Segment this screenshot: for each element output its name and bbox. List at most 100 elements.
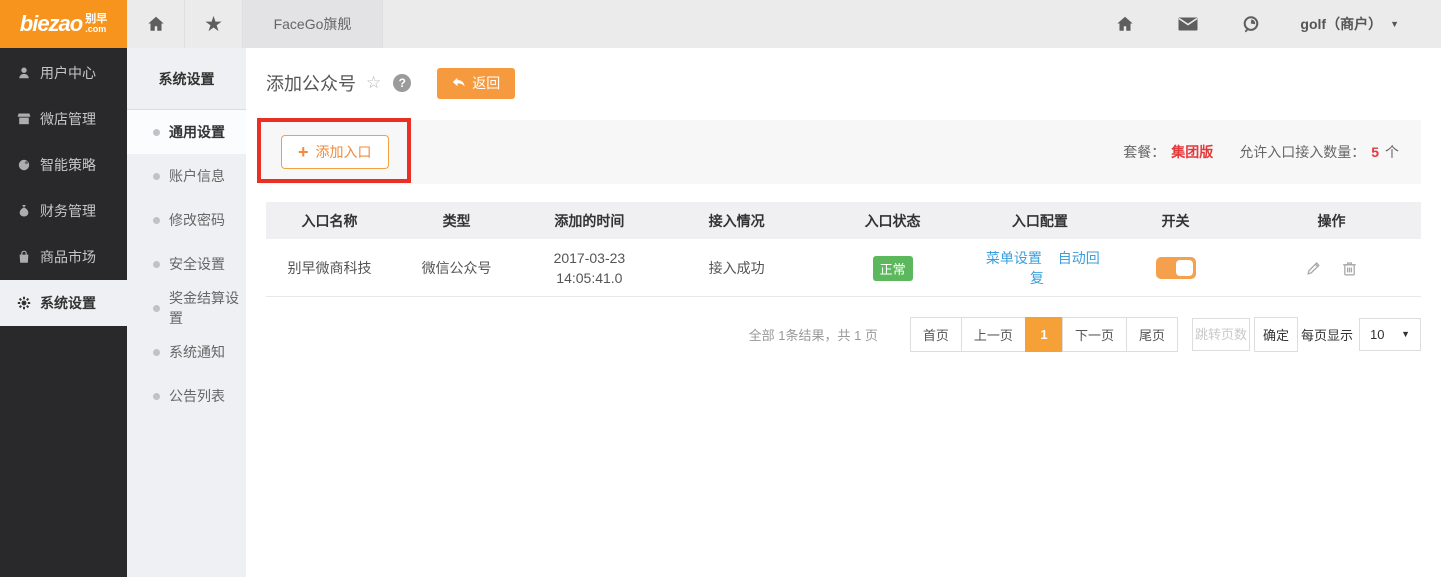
quota-value: 5 (1371, 144, 1379, 160)
sidebar-item-smart-strategy[interactable]: 智能策略 (0, 142, 127, 188)
per-page-value: 10 (1370, 327, 1384, 342)
col-type: 类型 (393, 202, 520, 240)
plan-value: 集团版 (1171, 142, 1213, 162)
cell-type: 微信公众号 (393, 240, 520, 296)
added-time: 14:05:41.0 (520, 268, 659, 288)
entry-toggle[interactable] (1156, 257, 1196, 279)
plus-icon: + (298, 143, 309, 161)
jump-page-input[interactable] (1192, 318, 1250, 351)
table-header-row: 入口名称 类型 添加的时间 接入情况 入口状态 入口配置 开关 操作 (266, 202, 1421, 240)
per-page-select[interactable]: 10 ▼ (1359, 318, 1421, 351)
add-entry-button[interactable]: + 添加入口 (281, 135, 389, 169)
subsidebar-item-label: 账户信息 (169, 166, 225, 186)
subsidebar-item-system-notice[interactable]: 系统通知 (127, 330, 246, 374)
workspace-tab-label: FaceGo旗舰 (274, 14, 352, 34)
confirm-button[interactable]: 确定 (1254, 317, 1298, 352)
bullet-icon (153, 305, 160, 312)
nav-favorites-button[interactable]: ★ (185, 0, 243, 48)
top-bar: biezao 别早 .com ★ FaceGo旗舰 golf（商户） ▼ (0, 0, 1441, 48)
subsidebar-item-account-info[interactable]: 账户信息 (127, 154, 246, 198)
brand-logo[interactable]: biezao 别早 .com (0, 0, 127, 48)
current-page-button[interactable]: 1 (1025, 317, 1063, 352)
sidebar-item-finance-management[interactable]: 财务管理 (0, 188, 127, 234)
menu-settings-link[interactable]: 菜单设置 (986, 250, 1042, 266)
cell-entry-state: 正常 (815, 240, 971, 296)
nav-home-button[interactable] (127, 0, 185, 48)
results-summary: 全部 1条结果，共 1 页 (749, 325, 878, 344)
subsidebar-item-label: 系统通知 (169, 342, 225, 362)
status-badge: 正常 (873, 256, 913, 281)
user-menu[interactable]: golf（商户） ▼ (1300, 14, 1399, 34)
strategy-icon (17, 158, 31, 172)
home-icon[interactable] (1116, 15, 1134, 33)
toggle-knob (1176, 260, 1193, 276)
bullet-icon (153, 217, 160, 224)
sidebar-item-label: 财务管理 (40, 201, 96, 221)
sidebar-item-system-settings[interactable]: 系统设置 (0, 280, 127, 326)
subsidebar-item-general-settings[interactable]: 通用设置 (127, 110, 246, 154)
market-icon (17, 250, 31, 264)
quota-label: 允许入口接入数量： (1239, 142, 1365, 162)
col-switch: 开关 (1109, 202, 1242, 240)
col-entry-state: 入口状态 (815, 202, 971, 240)
sidebar-item-shop-management[interactable]: 微店管理 (0, 96, 127, 142)
support-icon[interactable] (1242, 15, 1260, 33)
entries-table: 入口名称 类型 添加的时间 接入情况 入口状态 入口配置 开关 操作 别早微商科… (266, 202, 1421, 297)
bullet-icon (153, 173, 160, 180)
subsidebar-item-security-settings[interactable]: 安全设置 (127, 242, 246, 286)
mail-icon[interactable] (1178, 17, 1198, 31)
prev-page-button[interactable]: 上一页 (961, 317, 1026, 352)
bullet-icon (153, 261, 160, 268)
col-added-time: 添加的时间 (520, 202, 659, 240)
next-page-button[interactable]: 下一页 (1062, 317, 1127, 352)
sidebar-item-goods-market[interactable]: 商品市场 (0, 234, 127, 280)
bullet-icon (153, 349, 160, 356)
edit-icon[interactable] (1305, 260, 1322, 277)
main-content: 添加公众号 ☆ ? 返回 + 添加入口 套餐： 集团版 允许入口接入数量： 5 … (246, 48, 1441, 577)
page-title: 添加公众号 (266, 70, 356, 96)
plan-label: 套餐： (1123, 142, 1165, 162)
sidebar-item-label: 智能策略 (40, 155, 96, 175)
finance-icon (17, 204, 31, 218)
bullet-icon (153, 129, 160, 136)
cell-switch (1109, 240, 1242, 296)
subsidebar-item-announcement-list[interactable]: 公告列表 (127, 374, 246, 418)
cell-access-status: 接入成功 (659, 240, 815, 296)
subsidebar-item-bonus-settlement[interactable]: 奖金结算设置 (127, 286, 246, 330)
back-button[interactable]: 返回 (437, 68, 515, 99)
back-arrow-icon (452, 77, 466, 89)
cell-actions (1242, 240, 1421, 296)
star-icon: ★ (204, 12, 223, 37)
chevron-down-icon: ▼ (1401, 329, 1410, 339)
plan-info: 套餐： 集团版 允许入口接入数量： 5 个 (1123, 142, 1421, 162)
sidebar-item-label: 系统设置 (40, 293, 96, 313)
subsidebar-item-label: 公告列表 (169, 386, 225, 406)
last-page-button[interactable]: 尾页 (1126, 317, 1178, 352)
subsidebar-item-label: 通用设置 (169, 122, 225, 142)
table-row: 别早微商科技 微信公众号 2017-03-23 14:05:41.0 接入成功 … (266, 240, 1421, 296)
sidebar-item-user-center[interactable]: 用户中心 (0, 50, 127, 96)
delete-icon[interactable] (1341, 260, 1358, 277)
gear-icon (17, 296, 31, 310)
added-date: 2017-03-23 (520, 248, 659, 268)
quota-unit: 个 (1385, 142, 1399, 162)
subsidebar-item-change-password[interactable]: 修改密码 (127, 198, 246, 242)
user-icon (17, 66, 31, 80)
help-icon[interactable]: ? (393, 74, 411, 92)
col-access-status: 接入情况 (659, 202, 815, 240)
brand-logo-domain: .com (85, 25, 107, 34)
sidebar-item-label: 商品市场 (40, 247, 96, 267)
per-page-label: 每页显示 (1301, 325, 1353, 344)
favorite-star-icon[interactable]: ☆ (366, 73, 381, 93)
first-page-button[interactable]: 首页 (910, 317, 962, 352)
chevron-down-icon: ▼ (1390, 19, 1399, 29)
workspace-tab[interactable]: FaceGo旗舰 (243, 0, 383, 48)
topbar-right: golf（商户） ▼ (1072, 0, 1441, 48)
subsidebar-item-label: 安全设置 (169, 254, 225, 274)
sidebar-item-label: 用户中心 (40, 63, 96, 83)
col-actions: 操作 (1242, 202, 1421, 240)
sidebar-item-label: 微店管理 (40, 109, 96, 129)
secondary-sidebar: 系统设置 通用设置 账户信息 修改密码 安全设置 奖金结算设置 系统通知 公告列… (127, 48, 246, 577)
brand-logo-text: biezao (20, 11, 82, 37)
pagination-group: 首页 上一页 1 下一页 尾页 (910, 317, 1178, 352)
